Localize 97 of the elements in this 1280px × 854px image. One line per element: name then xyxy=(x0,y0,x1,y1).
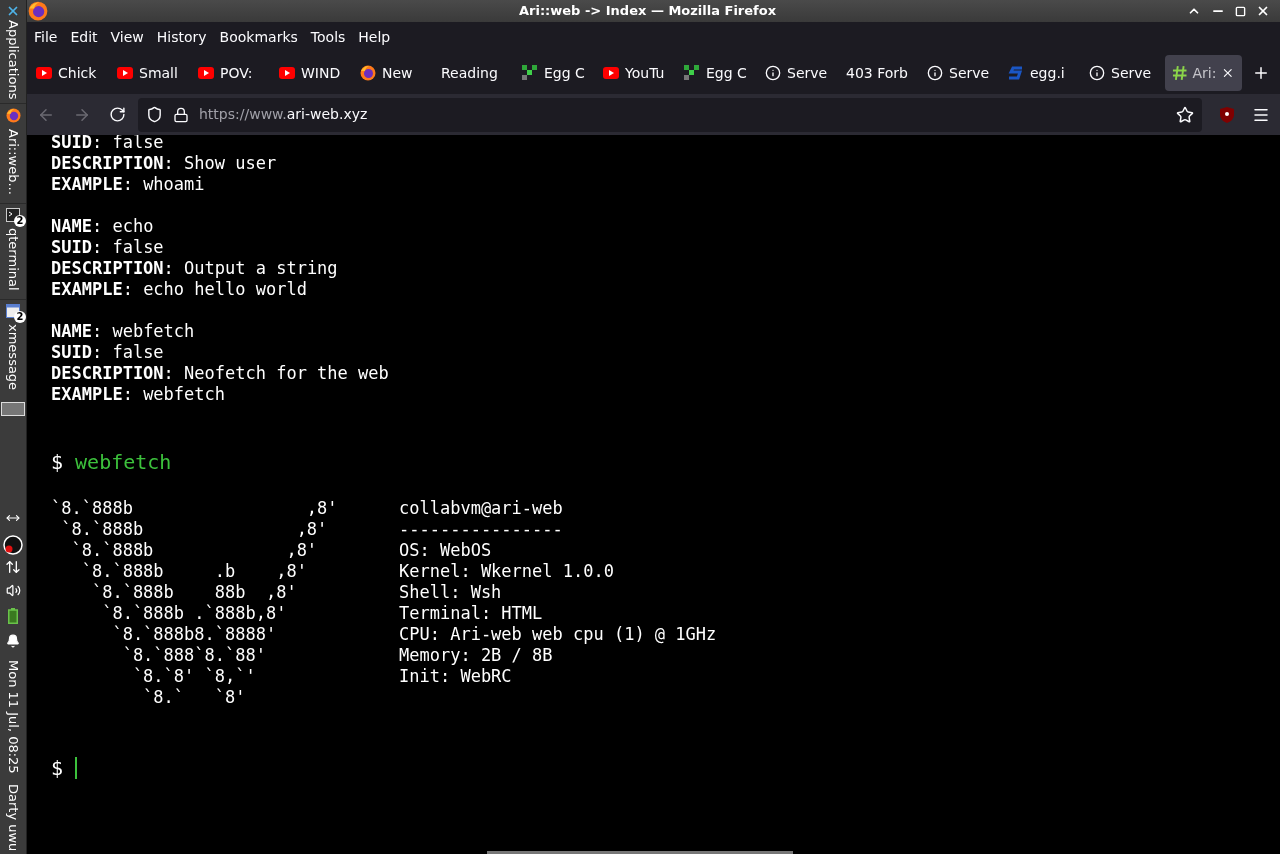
system-info-line: ---------------- xyxy=(399,519,564,540)
tab[interactable]: egg.i xyxy=(1003,55,1084,91)
command-text: webfetch xyxy=(75,450,172,474)
command-info-line: EXAMPLE: echo hello world xyxy=(51,279,308,300)
firefox-icon xyxy=(360,65,376,81)
tab[interactable]: Serve xyxy=(1084,55,1165,91)
tab[interactable]: Small xyxy=(112,55,193,91)
ascii-art-line: `8.`888b ,8' xyxy=(51,498,339,519)
system-info-line: Kernel: Wkernel 1.0.0 xyxy=(399,561,615,582)
command-info-line: NAME: echo xyxy=(51,216,155,237)
tab[interactable]: YouTu xyxy=(598,55,679,91)
tab[interactable]: Chick xyxy=(31,55,112,91)
count-badge: 2 xyxy=(14,215,26,228)
prompt: $ xyxy=(51,450,64,474)
play-icon xyxy=(603,67,619,79)
clock[interactable]: Mon 11 Jul, 08:25 xyxy=(3,660,23,774)
menu-item[interactable]: Tools xyxy=(310,26,346,48)
bell-icon[interactable] xyxy=(6,634,20,649)
tab[interactable]: POV: xyxy=(193,55,274,91)
system-info-line: Terminal: HTML xyxy=(399,603,544,624)
menu-item[interactable]: Bookmarks xyxy=(219,26,298,48)
ascii-art-line: `8.`888`8.`88' xyxy=(121,645,267,666)
command-info-line: EXAMPLE: webfetch xyxy=(51,384,226,405)
tab[interactable]: Egg C xyxy=(517,55,598,91)
play-icon xyxy=(36,67,52,79)
menu-item[interactable]: Edit xyxy=(70,26,98,48)
tab[interactable]: Serve xyxy=(922,55,1003,91)
url-text[interactable]: https://www.ari-web.xyz xyxy=(199,104,368,125)
info-icon xyxy=(1089,65,1105,81)
command-info-line: DESCRIPTION: Show user xyxy=(51,153,278,174)
command-info-line: DESCRIPTION: Output a string xyxy=(51,258,339,279)
ascii-art-line: `8.`888b .b ,8' xyxy=(80,561,308,582)
tab[interactable]: Ari: xyxy=(1165,55,1242,91)
tab[interactable]: 403 Forb xyxy=(841,55,922,91)
command-info-line: DESCRIPTION: Neofetch for the web xyxy=(51,363,390,384)
command-info-line: EXAMPLE: whoami xyxy=(51,174,206,195)
tab[interactable]: Serve xyxy=(760,55,841,91)
text-cursor xyxy=(75,757,78,779)
close-icon[interactable] xyxy=(1256,4,1270,18)
reload-icon[interactable] xyxy=(109,106,126,123)
command-info-line: SUID: false xyxy=(51,237,165,258)
wave-icon xyxy=(1008,65,1024,81)
shield-extension-icon[interactable] xyxy=(1220,106,1234,123)
battery-icon[interactable] xyxy=(8,608,18,625)
system-info-line: collabvm@ari-web xyxy=(399,498,564,519)
tab[interactable]: WIND xyxy=(274,55,355,91)
ascii-art-line: `8.`888b ,8' xyxy=(70,540,319,561)
pixel-icon xyxy=(522,65,538,81)
tab[interactable]: New xyxy=(355,55,436,91)
ascii-art-line: `8.`888b ,8' xyxy=(60,519,329,540)
user-name[interactable]: Darty uwu xyxy=(3,784,23,854)
close-tab-icon[interactable] xyxy=(1221,66,1235,80)
system-info-line: CPU: Ari-web web cpu (1) @ 1GHz xyxy=(399,624,717,645)
address-bar[interactable]: https://www.ari-web.xyz xyxy=(138,97,1202,132)
applications-button[interactable]: Applications xyxy=(3,20,23,104)
ascii-art-line: `8.` `8' xyxy=(142,687,247,708)
ascii-art-line: `8.`888b 88b ,8' xyxy=(90,582,298,603)
command-info-line: NAME: webfetch xyxy=(51,321,196,342)
system-info-line: OS: WebOS xyxy=(399,540,493,561)
bookmark-star-icon[interactable] xyxy=(1176,105,1194,124)
system-info-line: Init: WebRC xyxy=(399,666,513,687)
taskbar-item[interactable]: qterminal xyxy=(3,228,23,299)
ascii-art-line: `8.`8' `8,`' xyxy=(131,666,257,687)
tab[interactable]: Reading xyxy=(436,55,517,91)
maximize-icon[interactable] xyxy=(1235,5,1246,17)
info-icon xyxy=(765,65,781,81)
ascii-art-line: `8.`888b .`888b,8' xyxy=(101,603,288,624)
menu-item[interactable]: View xyxy=(110,26,144,48)
info-icon xyxy=(927,65,943,81)
workspace-icon[interactable] xyxy=(1,402,25,416)
window-title: Ari::web -> Index — Mozilla Firefox xyxy=(518,2,777,21)
firefox-icon xyxy=(28,1,48,21)
network-icon[interactable] xyxy=(5,559,21,576)
taskbar-item[interactable]: Ari::web... xyxy=(3,129,23,204)
shield-icon[interactable] xyxy=(146,106,163,123)
play-icon xyxy=(117,67,133,79)
play-icon xyxy=(279,67,295,79)
play-icon xyxy=(198,67,214,79)
hash-icon xyxy=(1172,65,1188,81)
menu-item[interactable]: History xyxy=(156,26,207,48)
firefox-icon xyxy=(5,108,21,124)
volume-icon[interactable] xyxy=(5,583,21,599)
ascii-art-line: `8.`888b8.`8888' xyxy=(111,624,278,645)
pixel-icon xyxy=(684,65,700,81)
lock-icon[interactable] xyxy=(173,106,189,123)
system-info-line: Shell: Wsh xyxy=(399,582,503,603)
record-icon[interactable] xyxy=(3,535,23,556)
taskbar-item[interactable]: xmessage xyxy=(3,323,23,398)
system-info-line: Memory: 2B / 8B xyxy=(399,645,554,666)
command-info-line: SUID: false xyxy=(51,342,165,363)
tab[interactable]: Egg C xyxy=(679,55,760,91)
new-tab-icon[interactable] xyxy=(1252,64,1270,82)
command-info-line: SUID: false xyxy=(51,135,165,153)
menu-item[interactable]: Help xyxy=(358,26,391,48)
prompt: $ xyxy=(51,756,64,780)
menu-item[interactable]: File xyxy=(34,26,58,48)
close-icon[interactable] xyxy=(6,4,20,18)
